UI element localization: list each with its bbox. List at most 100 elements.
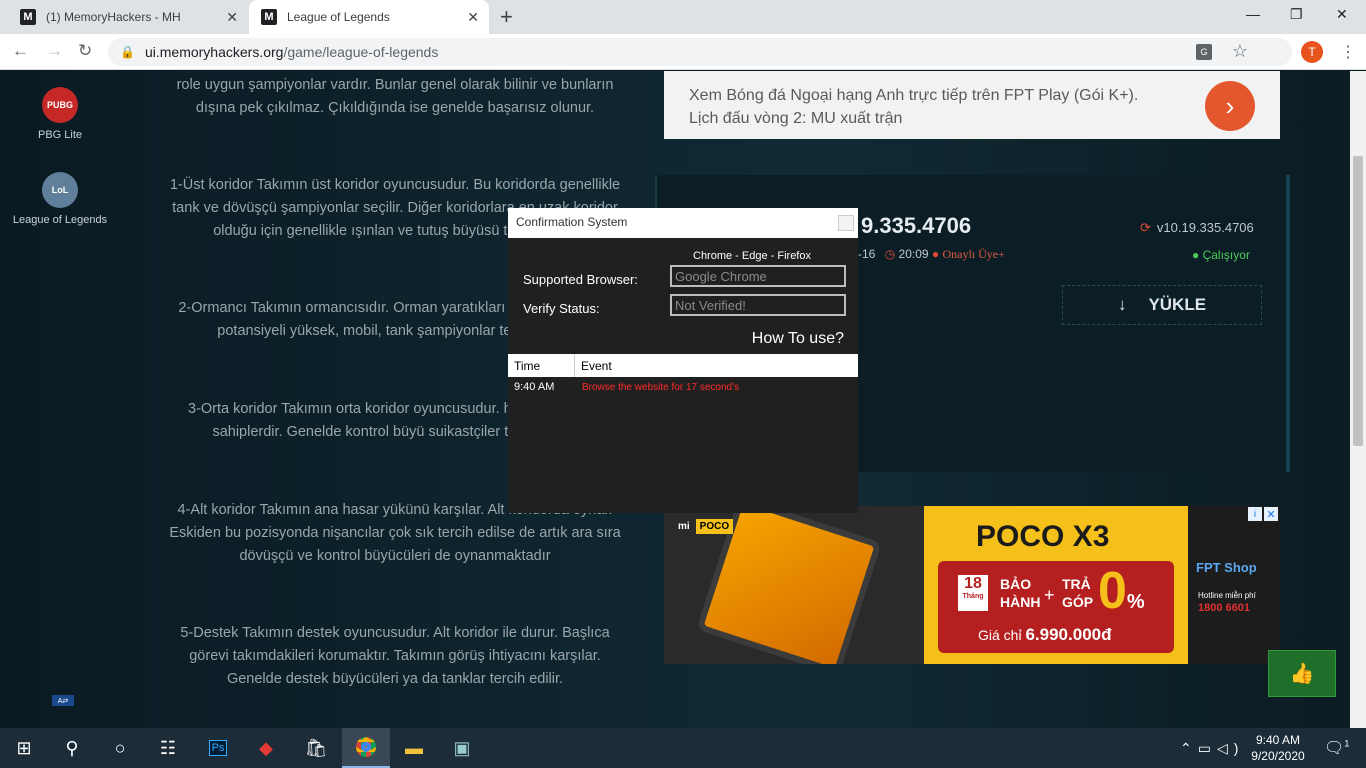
info-icon: ● bbox=[931, 247, 940, 261]
version-label: ⟳ v10.19.335.4706 bbox=[1140, 220, 1254, 236]
new-tab-button[interactable]: + bbox=[500, 4, 513, 30]
ad-line: Xem Bóng đá Ngoại hạng Anh trực tiếp trê… bbox=[689, 87, 1139, 104]
system-tray[interactable]: ⌃▭◁) bbox=[1180, 740, 1244, 757]
taskbar-clock[interactable]: 9:40 AM 9/20/2020 bbox=[1248, 732, 1308, 764]
file-meta: -16 ◷ 20:09 ● Onaylı Üye+ bbox=[858, 247, 1005, 262]
tab-memoryhackers[interactable]: M (1) MemoryHackers - MH ✕ bbox=[8, 0, 248, 34]
bookmark-star-icon[interactable]: ☆ bbox=[1232, 41, 1248, 62]
language-toggle-button[interactable]: A⇄ bbox=[52, 695, 74, 706]
warranty-badge: 18 Tháng bbox=[958, 575, 988, 611]
windows-start-icon[interactable]: ⊞ bbox=[0, 728, 48, 768]
translate-icon[interactable]: G bbox=[1196, 44, 1212, 60]
tab-title: (1) MemoryHackers - MH bbox=[46, 10, 181, 24]
article-paragraph: role uygun şampiyonlar vardır. Bunlar ge… bbox=[176, 77, 614, 116]
search-icon[interactable]: ⚲ bbox=[48, 728, 96, 768]
chrome-menu-icon[interactable]: ⋮ bbox=[1340, 42, 1356, 62]
clock-date: 9/20/2020 bbox=[1251, 749, 1305, 763]
chrome-icon[interactable] bbox=[342, 728, 390, 768]
poco-x3-ad[interactable]: mi POCO POCO X3 18 Tháng BẢO HÀNH + TRẢ G… bbox=[664, 506, 1280, 664]
how-to-use-link[interactable]: How To use? bbox=[752, 330, 844, 348]
hotline-number: 1800 6601 bbox=[1198, 602, 1250, 614]
price-value: 6.990.000đ bbox=[1025, 625, 1112, 644]
warranty-line: HÀNH bbox=[1000, 594, 1041, 610]
maximize-button[interactable]: ❐ bbox=[1290, 6, 1303, 23]
confirmation-dialog: Confirmation System Chrome - Edge - Fire… bbox=[508, 208, 858, 513]
verify-status-field[interactable] bbox=[670, 294, 846, 316]
memoryhackers-favicon-icon: M bbox=[20, 9, 36, 25]
dialog-title: Confirmation System bbox=[516, 215, 628, 229]
sidebar-item-pubg-lite[interactable]: PUBG PBG Lite bbox=[8, 87, 112, 141]
zero-value: 0 bbox=[1098, 562, 1127, 620]
ad-price: Giá chỉ 6.990.000đ bbox=[978, 625, 1111, 645]
store-icon[interactable]: 🛍 bbox=[292, 728, 340, 768]
app-window-icon[interactable]: ▣ bbox=[438, 728, 486, 768]
close-tab-icon[interactable]: ✕ bbox=[467, 9, 479, 26]
badge-unit: Tháng bbox=[962, 593, 984, 600]
status-badge: ● Çalışıyor bbox=[1192, 248, 1250, 262]
download-label: YÜKLE bbox=[1148, 295, 1207, 314]
photoshop-icon[interactable]: Ps bbox=[194, 728, 242, 768]
poco-tag: POCO bbox=[695, 519, 734, 534]
dialog-titlebar: Confirmation System bbox=[508, 208, 858, 238]
percent-sign: % bbox=[1126, 591, 1145, 613]
supported-browsers-list: Chrome - Edge - Firefox bbox=[693, 250, 811, 262]
fpt-play-ad[interactable]: Xem Bóng đá Ngoại hạng Anh trực tiếp trê… bbox=[664, 71, 1280, 139]
event-time: 9:40 AM bbox=[514, 381, 555, 393]
close-tab-icon[interactable]: ✕ bbox=[226, 9, 238, 26]
tab-strip: M (1) MemoryHackers - MH ✕ M League of L… bbox=[0, 0, 1366, 34]
tab-league-of-legends[interactable]: M League of Legends ✕ bbox=[249, 0, 489, 34]
task-view-icon[interactable]: ☷ bbox=[144, 728, 192, 768]
cortana-icon[interactable]: ○ bbox=[96, 728, 144, 768]
event-text: Browse the website for 17 second's bbox=[582, 382, 739, 393]
warranty-line: BẢO bbox=[1000, 576, 1032, 592]
file-explorer-icon[interactable]: ▬ bbox=[390, 728, 438, 768]
notification-icon[interactable]: 🗨1 bbox=[1324, 738, 1349, 758]
profile-avatar[interactable]: T bbox=[1301, 41, 1323, 63]
pubg-icon: PUBG bbox=[42, 87, 78, 123]
tab-title: League of Legends bbox=[287, 10, 390, 24]
clock-time: 9:40 AM bbox=[1255, 733, 1301, 747]
upload-date: -16 bbox=[858, 247, 876, 261]
forward-icon[interactable]: → bbox=[46, 41, 63, 61]
status-dot-icon: ● bbox=[1192, 248, 1200, 262]
column-event[interactable]: Event bbox=[581, 359, 612, 373]
chevron-up-icon[interactable]: ⌃ bbox=[1180, 740, 1198, 756]
member-badge: Onaylı Üye+ bbox=[942, 247, 1005, 261]
column-time[interactable]: Time bbox=[514, 359, 540, 373]
sidebar-item-league-of-legends[interactable]: LoL League of Legends bbox=[8, 172, 112, 226]
download-button[interactable]: ↓ YÜKLE bbox=[1062, 285, 1262, 325]
minimize-button[interactable]: — bbox=[1246, 6, 1260, 22]
installment-line: GÓP bbox=[1062, 594, 1094, 610]
supported-browser-label: Supported Browser: bbox=[523, 272, 638, 287]
fpt-shop-panel: FPT Shop Hotline miễn phí 1800 6601 bbox=[1188, 506, 1280, 664]
event-table-header: Time Event bbox=[508, 354, 858, 377]
ad-info-icon[interactable]: i bbox=[1248, 507, 1262, 521]
supported-browser-field[interactable] bbox=[670, 265, 846, 287]
browser-toolbar: ← → ↻ 🔒 ui.memoryhackers.org/game/league… bbox=[0, 34, 1366, 70]
volume-icon[interactable]: ◁) bbox=[1217, 740, 1244, 756]
garena-icon[interactable]: ◆ bbox=[242, 728, 290, 768]
installment-line: TRẢ bbox=[1062, 576, 1091, 592]
league-of-legends-icon: LoL bbox=[42, 172, 78, 208]
ad-text: Xem Bóng đá Ngoại hạng Anh trực tiếp trê… bbox=[689, 84, 1138, 130]
address-bar[interactable]: 🔒 ui.memoryhackers.org/game/league-of-le… bbox=[108, 38, 1292, 66]
close-window-button[interactable]: ✕ bbox=[1336, 6, 1348, 23]
network-icon[interactable]: ▭ bbox=[1198, 740, 1217, 756]
back-icon[interactable]: ← bbox=[12, 41, 29, 61]
dialog-close-button[interactable] bbox=[838, 215, 854, 231]
plus-sign: + bbox=[1044, 585, 1055, 605]
ad-close-icon[interactable]: ✕ bbox=[1264, 507, 1278, 521]
page-scrollbar[interactable] bbox=[1350, 71, 1366, 728]
article-paragraph: 5-Destek Takımın destek oyuncusudur. Alt… bbox=[180, 625, 610, 687]
url-path: /game/league-of-legends bbox=[283, 44, 439, 60]
reload-icon[interactable]: ↻ bbox=[78, 41, 92, 61]
scrollbar-thumb[interactable] bbox=[1353, 156, 1363, 446]
mi-logo: mi bbox=[678, 521, 690, 532]
zero-percent: 0% bbox=[1098, 561, 1145, 621]
sidebar-item-label: League of Legends bbox=[12, 214, 108, 226]
badge-number: 18 bbox=[964, 575, 982, 592]
download-arrow-icon: ↓ bbox=[1117, 295, 1127, 314]
chevron-right-icon[interactable]: › bbox=[1205, 81, 1255, 131]
thumbs-up-icon[interactable]: 👍 bbox=[1268, 650, 1336, 697]
table-row[interactable]: 9:40 AM Browse the website for 17 second… bbox=[508, 381, 858, 399]
